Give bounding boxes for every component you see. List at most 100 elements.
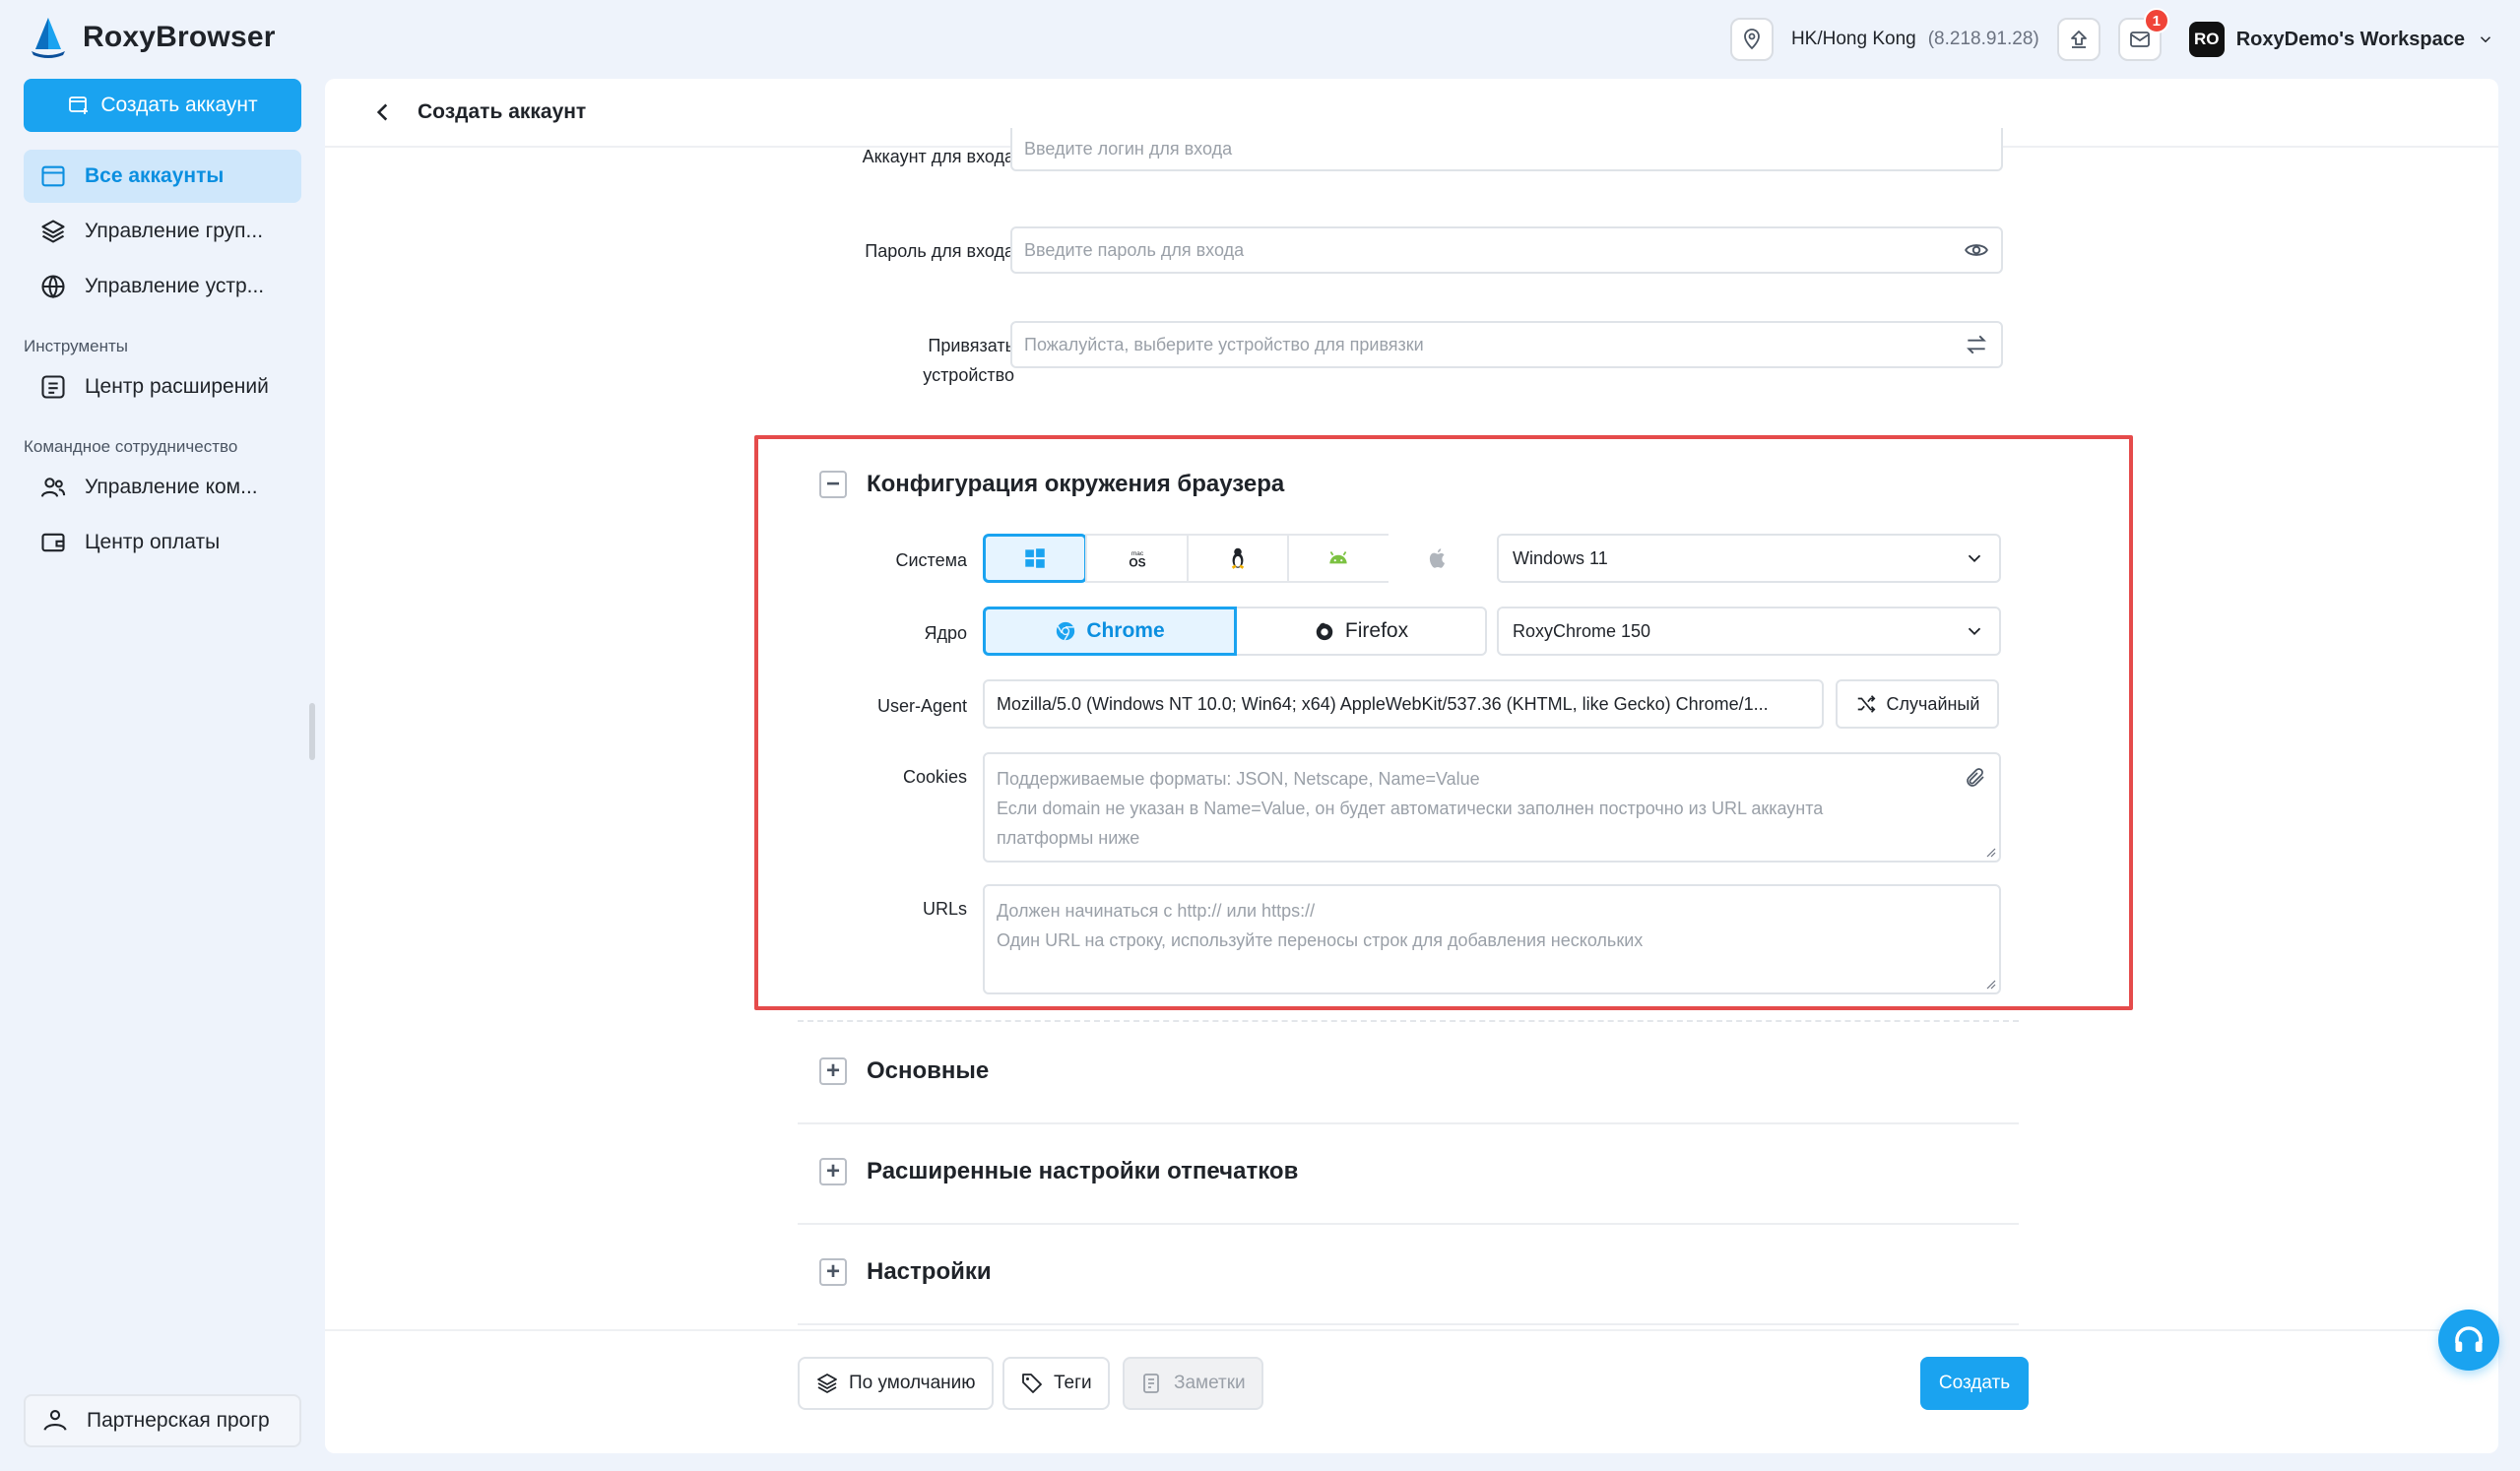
linux-icon [1231,547,1245,569]
bind-device-label: Привязать устройство [837,331,1014,390]
sidebar-item-billing[interactable]: Центр оплаты [24,516,301,569]
workspace-switcher[interactable]: RO RoxyDemo's Workspace [2188,22,2494,57]
os-version-value: Windows 11 [1513,547,1608,568]
default-button[interactable]: По умолчанию [798,1357,994,1410]
bind-label-text: Привязать устройство [923,336,1014,385]
os-windows-button[interactable] [983,534,1088,583]
os-android-button[interactable] [1287,534,1390,583]
password-input[interactable]: Введите пароль для входа [1010,226,2003,274]
user-agent-input[interactable]: Mozilla/5.0 (Windows NT 10.0; Win64; x64… [983,679,1824,729]
back-arrow-icon[interactable] [370,99,396,125]
sidebar-scrollbar[interactable] [309,703,315,760]
cookies-label-text: Cookies [902,767,967,787]
layers-icon [817,1374,837,1393]
macos-icon: macOS [1129,550,1145,570]
create-account-label: Создать аккаунт [100,94,258,116]
notes-button[interactable]: Заметки [1123,1357,1263,1410]
roxy-logo-icon [32,18,65,58]
os-selector: mac OS [983,534,1488,583]
section-divider [798,1020,2019,1022]
settings-section-header[interactable]: + Настройки [819,1258,992,1286]
urls-label-text: URLs [922,899,967,919]
kernel-firefox-label: Firefox [1344,619,1409,642]
mail-button[interactable]: 1 [2117,8,2169,61]
basic-section-title: Основные [867,1057,990,1084]
random-ua-button[interactable]: Случайный [1836,679,1999,729]
tags-button-label: Теги [1054,1373,1092,1393]
cookies-textarea[interactable]: Поддерживаемые форматы: JSON, Netscape, … [983,752,2001,863]
urls-label: URLs [817,894,967,924]
system-label: Система [817,545,968,575]
collapse-icon[interactable]: − [819,471,847,498]
tools-section-title: Инструменты [24,337,129,355]
main-panel: Создать аккаунт Аккаунт для входа Введит… [325,79,2498,1453]
resize-handle-icon[interactable] [1984,978,1996,990]
create-account-button[interactable]: Создать аккаунт [24,79,301,132]
ua-label-text: User-Agent [876,696,967,716]
urls-placeholder-1: Должен начинаться с http:// или https:// [997,901,1316,921]
browser-config-header[interactable]: − Конфигурация окружения браузера [819,471,1284,498]
os-ios-button[interactable] [1388,534,1488,583]
upload-button[interactable] [2056,18,2100,61]
extensions-icon [41,375,65,399]
support-button[interactable] [2438,1310,2499,1371]
password-placeholder: Введите пароль для входа [1024,239,1245,260]
kernel-chrome-button[interactable]: Chrome [983,607,1237,656]
urls-placeholder-2: Один URL на строку, используйте переносы… [997,930,1644,950]
os-linux-button[interactable] [1186,534,1290,583]
expand-icon[interactable]: + [819,1258,847,1286]
sidebar-item-label: Центр расширений [85,375,269,398]
sidebar-item-devices[interactable]: Управление устр... [24,260,301,313]
kernel-version-select[interactable]: RoxyChrome 150 [1497,607,2001,656]
resize-handle-icon[interactable] [1984,846,1996,858]
fingerprint-section-header[interactable]: + Расширенные настройки отпечатков [819,1158,1298,1185]
team-section-title: Командное сотрудничество [24,437,238,456]
headset-icon [2455,1326,2483,1352]
sidebar-item-label: Все аккаунты [85,164,225,187]
tags-button[interactable]: Теги [1002,1357,1110,1410]
bind-device-select[interactable]: Пожалуйста, выберите устройство для прив… [1010,321,2003,368]
cookies-placeholder-2: Если domain не указан в Name=Value, он б… [997,799,1824,818]
section-divider [798,1122,2019,1124]
expand-icon[interactable]: + [819,1057,847,1085]
create-button-label: Создать [1938,1373,2011,1393]
sidebar-item-extensions[interactable]: Центр расширений [24,360,301,414]
section-divider [798,1223,2019,1225]
swap-icon [1967,335,1986,354]
create-button[interactable]: Создать [1920,1357,2029,1410]
expand-icon[interactable]: + [819,1158,847,1185]
cookies-label: Cookies [817,762,967,792]
partner-program-button[interactable]: Партнерская прогр [24,1394,301,1447]
attachment-icon[interactable] [1964,766,1987,790]
page-title: Создать аккаунт [418,100,587,123]
team-icon [40,478,66,497]
kernel-firefox-button[interactable]: Firefox [1237,607,1487,656]
sidebar: Создать аккаунт Все аккаунты Управление … [0,71,317,1471]
proxy-location: HK/Hong Kong (8.218.91.28) [1791,29,2039,50]
globe-icon [41,275,65,299]
cookies-placeholder-1: Поддерживаемые форматы: JSON, Netscape, … [997,769,1480,789]
kernel-chrome-label: Chrome [1086,619,1165,642]
sidebar-item-all-accounts[interactable]: Все аккаунты [24,150,301,203]
login-input[interactable]: Введите логин для входа [1010,128,2003,171]
workspace-name: RoxyDemo's Workspace [2235,28,2465,50]
sidebar-item-label: Управление ком... [85,476,258,498]
os-version-select[interactable]: Windows 11 [1497,534,2001,583]
wallet-icon [41,533,65,552]
sidebar-item-groups[interactable]: Управление груп... [24,205,301,258]
ua-label: User-Agent [817,691,967,721]
partner-icon [43,1410,67,1431]
kernel-version-value: RoxyChrome 150 [1513,620,1651,641]
eye-icon[interactable] [1964,237,1989,263]
sidebar-item-team[interactable]: Управление ком... [24,461,301,514]
basic-section-header[interactable]: + Основные [819,1057,989,1085]
urls-textarea[interactable]: Должен начинаться с http:// или https://… [983,884,2001,994]
location-button[interactable] [1729,18,1774,61]
tag-icon [1022,1374,1042,1393]
location-pin-icon [1744,29,1760,50]
ip-text: (8.218.91.28) [1927,29,2039,49]
section-divider [798,1323,2019,1325]
kernel-selector: Chrome Firefox [983,607,1487,656]
os-macos-button[interactable]: mac OS [1085,534,1189,583]
android-icon [1329,551,1348,564]
